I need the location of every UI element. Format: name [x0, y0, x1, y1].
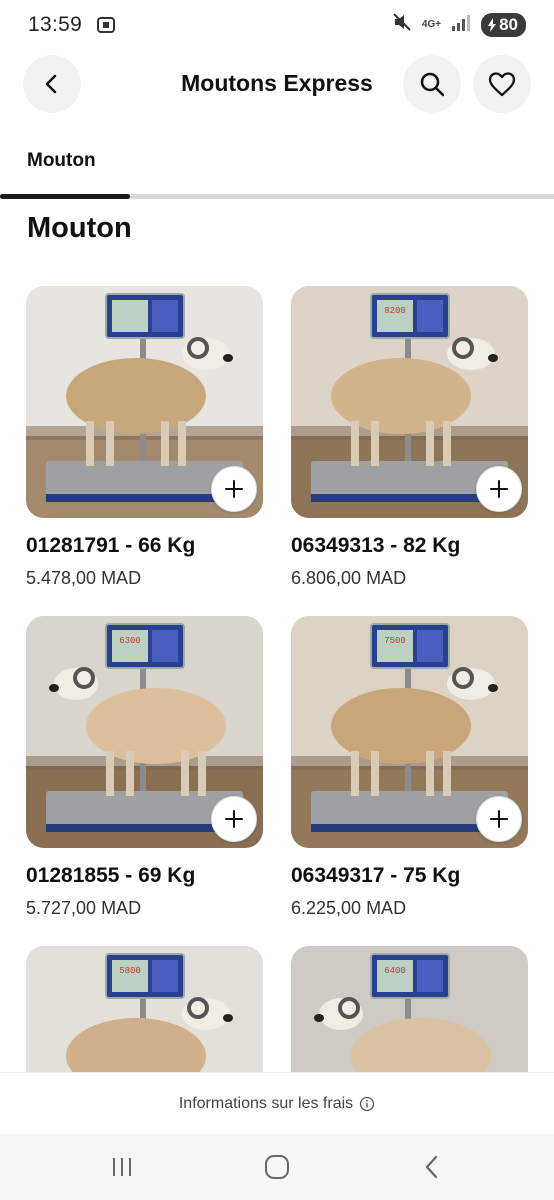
product-card[interactable]: 7500 06349317 - 75 Kg 6.225,00 MAD	[291, 616, 528, 919]
signal-icon	[451, 13, 471, 37]
product-image[interactable]	[26, 286, 263, 518]
back-icon	[425, 1155, 438, 1179]
product-price: 5.727,00 MAD	[26, 898, 142, 918]
product-price: 6.225,00 MAD	[291, 898, 407, 918]
status-time: 13:59	[28, 13, 83, 36]
fees-info-bar[interactable]: Informations sur les frais	[0, 1072, 554, 1134]
section-title: Mouton	[27, 212, 132, 244]
battery-indicator: 80	[481, 13, 526, 37]
product-price: 6.806,00 MAD	[291, 568, 407, 588]
screenshot-icon	[96, 15, 116, 35]
plus-icon	[490, 810, 508, 828]
product-name[interactable]: 06349313 - 82 Kg	[291, 534, 528, 558]
heart-icon	[488, 72, 516, 97]
status-right: 4G+ 80	[392, 12, 526, 38]
app-header: Moutons Express	[0, 52, 554, 116]
product-card[interactable]: 6300 01281855 - 69 Kg 5.727,00 MAD	[26, 616, 263, 919]
category-tabs: Mouton	[0, 128, 554, 200]
svg-text:5800: 5800	[119, 966, 141, 976]
charging-icon	[488, 18, 497, 32]
product-card[interactable]: 01281791 - 66 Kg 5.478,00 MAD	[26, 286, 263, 589]
home-icon	[265, 1155, 289, 1179]
svg-text:6400: 6400	[384, 966, 406, 976]
svg-text:6300: 6300	[119, 636, 141, 646]
recent-apps-icon	[113, 1158, 131, 1176]
product-name[interactable]: 01281855 - 69 Kg	[26, 864, 263, 888]
product-name[interactable]: 01281791 - 66 Kg	[26, 534, 263, 558]
battery-level: 80	[499, 15, 518, 34]
page-title: Moutons Express	[181, 70, 373, 96]
product-card[interactable]: 8200 06349313 - 82 Kg 6.806,00 MAD	[291, 286, 528, 589]
product-image[interactable]: 7500	[291, 616, 528, 848]
product-name[interactable]: 06349317 - 75 Kg	[291, 864, 528, 888]
search-icon	[420, 72, 445, 97]
search-button[interactable]	[403, 55, 461, 113]
favorite-button[interactable]	[473, 55, 531, 113]
info-icon	[359, 1096, 375, 1111]
add-to-cart-button[interactable]	[211, 796, 257, 842]
tab-indicator	[0, 194, 130, 199]
recent-apps-button[interactable]	[102, 1150, 142, 1184]
product-price: 5.478,00 MAD	[26, 568, 142, 588]
status-bar: 13:59 4G+ 80	[0, 0, 554, 50]
system-back-button[interactable]	[412, 1150, 452, 1184]
add-to-cart-button[interactable]	[211, 466, 257, 512]
add-to-cart-button[interactable]	[476, 796, 522, 842]
add-to-cart-button[interactable]	[476, 466, 522, 512]
home-button[interactable]	[257, 1150, 297, 1184]
product-image[interactable]: 8200	[291, 286, 528, 518]
plus-icon	[225, 480, 243, 498]
product-image[interactable]: 6300	[26, 616, 263, 848]
mute-icon	[392, 12, 412, 38]
plus-icon	[225, 810, 243, 828]
network-type: 4G+	[421, 19, 442, 30]
svg-text:7500: 7500	[384, 636, 406, 646]
tab-mouton[interactable]: Mouton	[27, 150, 96, 172]
svg-text:8200: 8200	[384, 306, 406, 316]
plus-icon	[490, 480, 508, 498]
system-nav-bar	[0, 1134, 554, 1200]
fees-info-label: Informations sur les frais	[178, 1094, 354, 1112]
